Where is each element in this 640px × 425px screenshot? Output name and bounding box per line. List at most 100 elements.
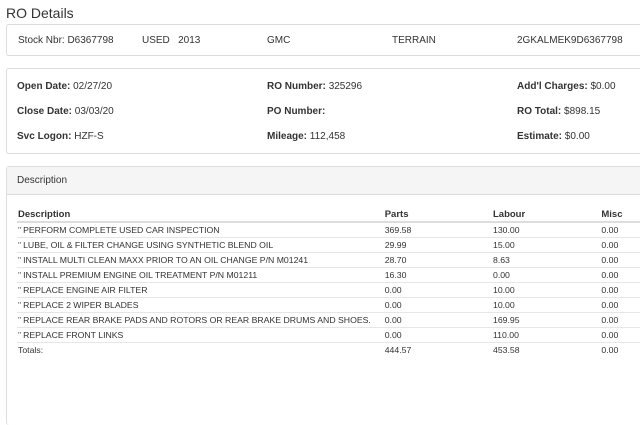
vehicle-model: TERRAIN <box>392 35 436 46</box>
line-description: INSTALL MULTI CLEAN MAXX PRIOR TO AN OIL… <box>23 255 309 265</box>
line-labour: 10.00 <box>491 282 601 298</box>
column-header-labour: Labour <box>491 204 601 223</box>
line-parts: 0.00 <box>383 297 492 313</box>
row-marker: " <box>18 255 22 265</box>
close-date-field: Close Date: 03/03/20 <box>17 106 114 117</box>
row-marker: " <box>18 225 22 235</box>
line-parts: 0.00 <box>383 312 492 328</box>
line-labour: 0.00 <box>491 267 601 283</box>
row-marker: " <box>18 240 22 250</box>
table-row: " INSTALL PREMIUM ENGINE OIL TREATMENT P/… <box>17 267 640 283</box>
column-header-description: Description <box>17 204 384 223</box>
line-misc: 0.00 <box>600 282 640 298</box>
line-labour: 10.00 <box>491 297 601 313</box>
line-misc: 0.00 <box>600 237 640 253</box>
estimate-label: Estimate: <box>517 131 563 142</box>
stock-number: Stock Nbr: D6367798 <box>18 35 114 46</box>
po-number-label: PO Number: <box>267 106 326 117</box>
line-misc: 0.00 <box>600 252 640 268</box>
table-header-row: Description Parts Labour Misc <box>17 204 640 223</box>
row-marker: " <box>18 315 22 325</box>
line-labour: 169.95 <box>491 312 601 328</box>
line-description: REPLACE ENGINE AIR FILTER <box>23 285 148 295</box>
description-panel-heading: Description <box>7 167 640 195</box>
row-marker: " <box>18 330 22 340</box>
estimate-value: $0.00 <box>564 131 590 142</box>
table-row: " LUBE, OIL & FILTER CHANGE USING SYNTHET… <box>17 237 640 253</box>
ro-total-value: $898.15 <box>564 106 601 117</box>
totals-misc: 0.00 <box>600 342 640 357</box>
row-marker: " <box>18 270 22 280</box>
vehicle-vin: 2GKALMEK9D6367798 <box>517 35 623 46</box>
totals-row: Totals: 444.57 453.58 0.00 <box>17 342 640 357</box>
line-description: REPLACE 2 WIPER BLADES <box>23 300 139 310</box>
addl-charges-label: Add'l Charges: <box>517 81 588 92</box>
line-misc: 0.00 <box>600 327 640 343</box>
line-parts: 369.58 <box>383 221 492 238</box>
table-row: " REPLACE ENGINE AIR FILTER 0.00 10.00 0.00 <box>17 282 640 298</box>
ro-number-field: RO Number: 325296 <box>267 81 362 92</box>
table-row: " REPLACE REAR BRAKE PADS AND ROTORS OR R… <box>17 312 640 328</box>
line-description: REPLACE FRONT LINKS <box>23 330 124 340</box>
line-labour: 130.00 <box>491 221 601 238</box>
ro-lines-table: Description Parts Labour Misc " PERFORM C… <box>17 204 640 357</box>
open-date-value: 02/27/20 <box>73 81 113 92</box>
line-misc: 0.00 <box>600 297 640 313</box>
svc-logon-value: HZF-S <box>74 131 104 142</box>
totals-parts: 444.57 <box>383 342 492 357</box>
mileage-field: Mileage: 112,458 <box>267 131 345 142</box>
close-date-label: Close Date: <box>17 106 73 117</box>
line-description-cell: " REPLACE ENGINE AIR FILTER <box>17 282 384 298</box>
mileage-value: 112,458 <box>309 131 346 142</box>
line-parts: 16.30 <box>383 267 492 283</box>
open-date-label: Open Date: <box>17 81 71 92</box>
line-misc: 0.00 <box>600 312 640 328</box>
mileage-label: Mileage: <box>267 131 308 142</box>
ro-number-label: RO Number: <box>267 81 326 92</box>
svc-logon-field: Svc Logon: HZF-S <box>17 131 104 142</box>
line-misc: 0.00 <box>600 221 640 238</box>
svc-logon-label: Svc Logon: <box>17 131 72 142</box>
page-title: RO Details <box>6 5 74 21</box>
po-number-field: PO Number: <box>267 106 325 117</box>
vehicle-info-panel: Stock Nbr: D6367798 USED 2013 GMC TERRAI… <box>6 24 640 56</box>
row-marker: " <box>18 285 22 295</box>
line-description-cell: " REPLACE FRONT LINKS <box>17 327 384 343</box>
line-parts: 28.70 <box>383 252 492 268</box>
close-date-value: 03/03/20 <box>74 106 114 117</box>
description-heading-text: Description <box>17 175 68 186</box>
totals-label: Totals: <box>17 342 384 357</box>
table-row: " REPLACE 2 WIPER BLADES 0.00 10.00 0.00 <box>17 297 640 313</box>
line-parts: 0.00 <box>383 327 492 343</box>
line-description-cell: " REPLACE REAR BRAKE PADS AND ROTORS OR R… <box>17 312 384 328</box>
line-description-cell: " REPLACE 2 WIPER BLADES <box>17 297 384 313</box>
table-row: " REPLACE FRONT LINKS 0.00 110.00 0.00 <box>17 327 640 343</box>
line-description-cell: " PERFORM COMPLETE USED CAR INSPECTION <box>17 221 384 238</box>
open-date-field: Open Date: 02/27/20 <box>17 81 112 92</box>
line-description-cell: " INSTALL PREMIUM ENGINE OIL TREATMENT P/… <box>17 267 384 283</box>
line-description-cell: " LUBE, OIL & FILTER CHANGE USING SYNTHET… <box>17 237 384 253</box>
ro-total-label: RO Total: <box>517 106 562 117</box>
line-parts: 0.00 <box>383 282 492 298</box>
line-description-cell: " INSTALL MULTI CLEAN MAXX PRIOR TO AN OI… <box>17 252 384 268</box>
line-description: LUBE, OIL & FILTER CHANGE USING SYNTHETI… <box>23 240 274 250</box>
estimate-field: Estimate: $0.00 <box>517 131 590 142</box>
line-labour: 8.63 <box>491 252 601 268</box>
line-labour: 110.00 <box>491 327 601 343</box>
addl-charges-field: Add'l Charges: $0.00 <box>517 81 616 92</box>
ro-number-value: 325296 <box>328 81 363 92</box>
line-labour: 15.00 <box>491 237 601 253</box>
line-description: REPLACE REAR BRAKE PADS AND ROTORS OR RE… <box>23 315 371 325</box>
line-description: INSTALL PREMIUM ENGINE OIL TREATMENT P/N… <box>23 270 258 280</box>
column-header-misc: Misc <box>600 204 640 223</box>
line-parts: 29.99 <box>383 237 492 253</box>
ro-summary-panel: Open Date: 02/27/20 Close Date: 03/03/20… <box>6 68 640 154</box>
line-misc: 0.00 <box>600 267 640 283</box>
addl-charges-value: $0.00 <box>590 81 616 92</box>
totals-labour: 453.58 <box>491 342 601 357</box>
description-panel: Description Description Parts Labour Mis… <box>6 166 640 425</box>
vehicle-condition-year: USED 2013 <box>142 35 201 46</box>
line-description: PERFORM COMPLETE USED CAR INSPECTION <box>23 225 220 235</box>
column-header-parts: Parts <box>383 204 492 223</box>
table-row: " PERFORM COMPLETE USED CAR INSPECTION 369… <box>17 221 640 238</box>
